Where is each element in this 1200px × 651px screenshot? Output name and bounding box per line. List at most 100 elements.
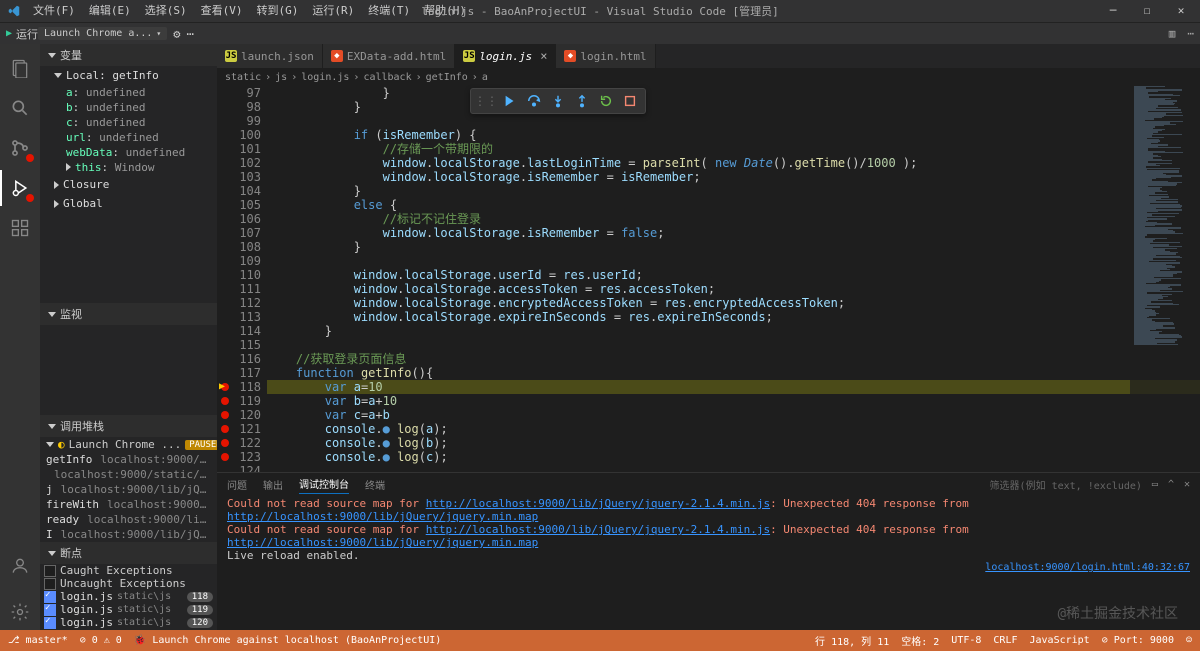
- code-line[interactable]: [267, 338, 1200, 352]
- code-line[interactable]: var a=10: [267, 380, 1200, 394]
- variable-item[interactable]: a: undefined: [40, 85, 217, 100]
- continue-button[interactable]: [499, 91, 521, 111]
- code-line[interactable]: if (isRemember) {: [267, 128, 1200, 142]
- variables-pane-header[interactable]: 变量: [40, 44, 217, 66]
- variable-item[interactable]: c: undefined: [40, 115, 217, 130]
- breakpoint-item[interactable]: login.js static\js119: [40, 603, 217, 616]
- variable-item[interactable]: this: Window: [40, 160, 217, 175]
- variables-scope[interactable]: Closure: [40, 175, 217, 194]
- menu-item[interactable]: 查看(V): [194, 0, 250, 22]
- breakpoint-option[interactable]: Caught Exceptions: [40, 564, 217, 577]
- console-link[interactable]: http://localhost:9000/lib/jQuery/jquery.…: [227, 536, 538, 549]
- source-control-icon[interactable]: [0, 130, 40, 166]
- checkbox[interactable]: [44, 591, 56, 603]
- debug-toolbar[interactable]: ⋮⋮: [470, 88, 646, 114]
- code-line[interactable]: else {: [267, 198, 1200, 212]
- console-link[interactable]: http://localhost:9000/lib/jQuery/jquery-…: [426, 497, 770, 510]
- checkbox[interactable]: [44, 604, 56, 616]
- menu-item[interactable]: 选择(S): [138, 0, 194, 22]
- minimap[interactable]: [1130, 86, 1200, 472]
- variable-item[interactable]: webData: undefined: [40, 145, 217, 160]
- panel-tab[interactable]: 终端: [365, 475, 385, 494]
- callstack-frame[interactable]: getInfolocalhost:9000/static/js/login.js: [40, 452, 217, 467]
- panel-tab[interactable]: 问题: [227, 475, 247, 494]
- panel-tab[interactable]: 输出: [263, 475, 283, 494]
- code-line[interactable]: //存储一个带期限的: [267, 142, 1200, 156]
- more-actions-icon[interactable]: ⋯: [1187, 27, 1194, 40]
- search-icon[interactable]: [0, 90, 40, 126]
- status-item[interactable]: 行 118, 列 11: [815, 633, 889, 648]
- callstack-pane-header[interactable]: 调用堆栈: [40, 415, 217, 437]
- maximize-button[interactable]: ☐: [1130, 0, 1164, 22]
- checkbox[interactable]: [44, 617, 56, 629]
- code-line[interactable]: window.localStorage.lastLoginTime = pars…: [267, 156, 1200, 170]
- editor-tab[interactable]: ◆login.html: [556, 44, 655, 68]
- breakpoint-option[interactable]: Uncaught Exceptions: [40, 577, 217, 590]
- code-line[interactable]: console.● log(b);: [267, 436, 1200, 450]
- status-item[interactable]: ⊘ 0 ⚠ 0: [80, 635, 122, 646]
- menu-item[interactable]: 终端(T): [361, 0, 417, 22]
- code-line[interactable]: }: [267, 100, 1200, 114]
- stop-button[interactable]: [619, 91, 641, 111]
- breadcrumb-segment[interactable]: callback: [363, 72, 411, 83]
- variables-scope[interactable]: Global: [40, 194, 217, 213]
- extensions-icon[interactable]: [0, 210, 40, 246]
- code-line[interactable]: console.● log(a);: [267, 422, 1200, 436]
- status-item[interactable]: ⎇ master*: [8, 635, 68, 646]
- status-item[interactable]: JavaScript: [1030, 633, 1090, 648]
- code-line[interactable]: [267, 114, 1200, 128]
- breadcrumb-segment[interactable]: static: [225, 72, 261, 83]
- code-editor[interactable]: } } if (isRemember) { //存储一个带期限的 window.…: [267, 86, 1200, 472]
- close-button[interactable]: ✕: [1164, 0, 1198, 22]
- panel-close-icon[interactable]: ✕: [1184, 479, 1190, 490]
- status-item[interactable]: CRLF: [993, 633, 1017, 648]
- editor-tab[interactable]: ◆EXData-add.html: [323, 44, 455, 68]
- restart-button[interactable]: [595, 91, 617, 111]
- code-line[interactable]: var b=a+10: [267, 394, 1200, 408]
- code-line[interactable]: }: [267, 324, 1200, 338]
- code-line[interactable]: window.localStorage.accessToken = res.ac…: [267, 282, 1200, 296]
- debug-icon[interactable]: [0, 170, 40, 206]
- breadcrumb-segment[interactable]: js: [275, 72, 287, 83]
- code-line[interactable]: }: [267, 240, 1200, 254]
- code-line[interactable]: window.localStorage.isRemember = false;: [267, 226, 1200, 240]
- code-line[interactable]: }: [267, 86, 1200, 100]
- console-link[interactable]: http://localhost:9000/lib/jQuery/jquery.…: [227, 510, 538, 523]
- step-over-button[interactable]: [523, 91, 545, 111]
- watch-pane-header[interactable]: 监视: [40, 303, 217, 325]
- console-source-link[interactable]: localhost:9000/login.html:40:32:67: [227, 562, 1190, 573]
- breadcrumb[interactable]: static › js › login.js › callback › getI…: [217, 68, 1200, 86]
- callstack-thread[interactable]: ◐ Launch Chrome ... PAUSED ON BREAKPOINT: [40, 437, 217, 452]
- status-item[interactable]: 🐞 Launch Chrome against localhost (BaoAn…: [134, 635, 441, 646]
- status-item[interactable]: UTF-8: [951, 633, 981, 648]
- breakpoints-pane-header[interactable]: 断点: [40, 542, 217, 564]
- code-line[interactable]: [267, 254, 1200, 268]
- callstack-frame[interactable]: readylocalhost:9000/lib/jQuery/jquer...: [40, 512, 217, 527]
- code-line[interactable]: window.localStorage.userId = res.userId;: [267, 268, 1200, 282]
- drag-handle-icon[interactable]: ⋮⋮: [475, 91, 497, 111]
- console-link[interactable]: http://localhost:9000/lib/jQuery/jquery-…: [426, 523, 770, 536]
- editor-tab[interactable]: JSlaunch.json: [217, 44, 323, 68]
- panel-tab[interactable]: 调试控制台: [299, 474, 349, 494]
- variable-item[interactable]: url: undefined: [40, 130, 217, 145]
- status-item[interactable]: 空格: 2: [901, 633, 939, 648]
- debug-config-select[interactable]: Launch Chrome a...▾: [38, 27, 167, 40]
- breakpoint-item[interactable]: login.js static\js118: [40, 590, 217, 603]
- more-icon[interactable]: ⋯: [186, 27, 193, 41]
- variable-item[interactable]: b: undefined: [40, 100, 217, 115]
- code-line[interactable]: window.localStorage.expireInSeconds = re…: [267, 310, 1200, 324]
- code-line[interactable]: //获取登录页面信息: [267, 352, 1200, 366]
- run-debug-button[interactable]: ▶: [6, 28, 12, 39]
- breadcrumb-segment[interactable]: getInfo: [426, 72, 468, 83]
- code-line[interactable]: }: [267, 184, 1200, 198]
- code-line[interactable]: window.localStorage.encryptedAccessToken…: [267, 296, 1200, 310]
- tab-close-icon[interactable]: ×: [540, 49, 547, 63]
- step-out-button[interactable]: [571, 91, 593, 111]
- panel-expand-icon[interactable]: ▭: [1152, 479, 1158, 490]
- code-line[interactable]: console.● log(c);: [267, 450, 1200, 464]
- account-icon[interactable]: [0, 548, 40, 584]
- step-into-button[interactable]: [547, 91, 569, 111]
- panel-maximize-icon[interactable]: ^: [1168, 479, 1174, 490]
- callstack-frame[interactable]: localhost:9000/static/js/l...: [40, 467, 217, 482]
- code-line[interactable]: window.localStorage.isRemember = isRemem…: [267, 170, 1200, 184]
